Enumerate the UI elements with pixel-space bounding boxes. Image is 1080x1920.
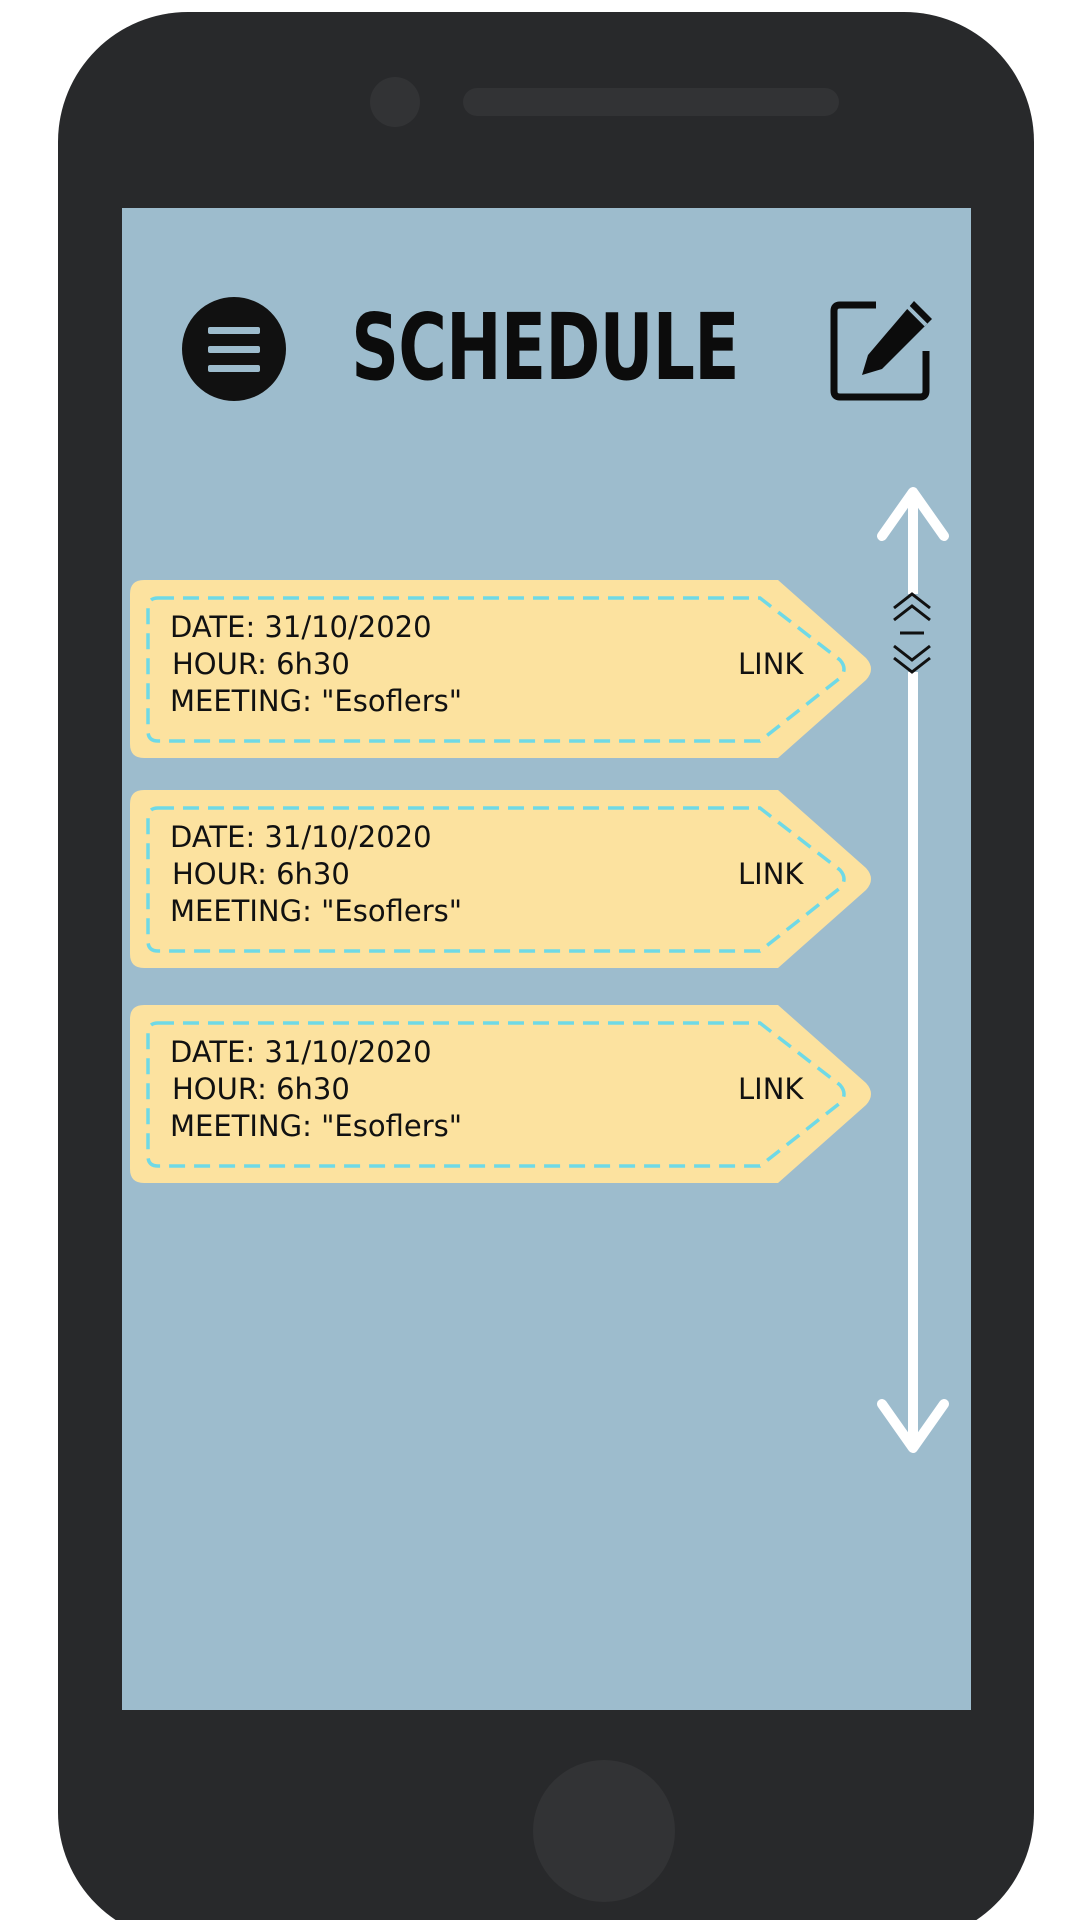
meeting-name: MEETING: "Esoflers" — [170, 894, 463, 928]
earpiece-speaker — [463, 88, 839, 116]
meeting-link[interactable]: LINK — [738, 647, 803, 681]
hamburger-menu-icon — [208, 365, 260, 372]
meeting-name: MEETING: "Esoflers" — [170, 684, 463, 718]
meeting-date: DATE: 31/10/2020 — [170, 610, 432, 644]
meeting-link[interactable]: LINK — [738, 857, 803, 891]
meeting-name: MEETING: "Esoflers" — [170, 1109, 463, 1143]
meeting-date: DATE: 31/10/2020 — [170, 1035, 432, 1069]
front-camera — [370, 77, 420, 127]
meeting-card[interactable]: DATE: 31/10/2020 HOUR: 6h30 MEETING: "Es… — [128, 578, 873, 760]
home-button[interactable] — [533, 1760, 675, 1902]
meeting-date: DATE: 31/10/2020 — [170, 820, 432, 854]
menu-button[interactable] — [182, 297, 286, 401]
meeting-card[interactable]: DATE: 31/10/2020 HOUR: 6h30 MEETING: "Es… — [128, 1003, 873, 1185]
meeting-card[interactable]: DATE: 31/10/2020 HOUR: 6h30 MEETING: "Es… — [128, 788, 873, 970]
meeting-hour: HOUR: 6h30 — [172, 1072, 350, 1106]
meeting-link[interactable]: LINK — [738, 1072, 803, 1106]
scroll-handle-chevrons-icon — [893, 592, 931, 674]
edit-square-pen-icon — [830, 301, 932, 401]
hamburger-menu-icon — [208, 346, 260, 353]
hamburger-menu-icon — [208, 327, 260, 334]
meeting-hour: HOUR: 6h30 — [172, 647, 350, 681]
page-title: SCHEDULE — [351, 293, 739, 401]
meeting-hour: HOUR: 6h30 — [172, 857, 350, 891]
scroll-handle[interactable] — [890, 590, 934, 676]
edit-button[interactable] — [828, 295, 938, 405]
